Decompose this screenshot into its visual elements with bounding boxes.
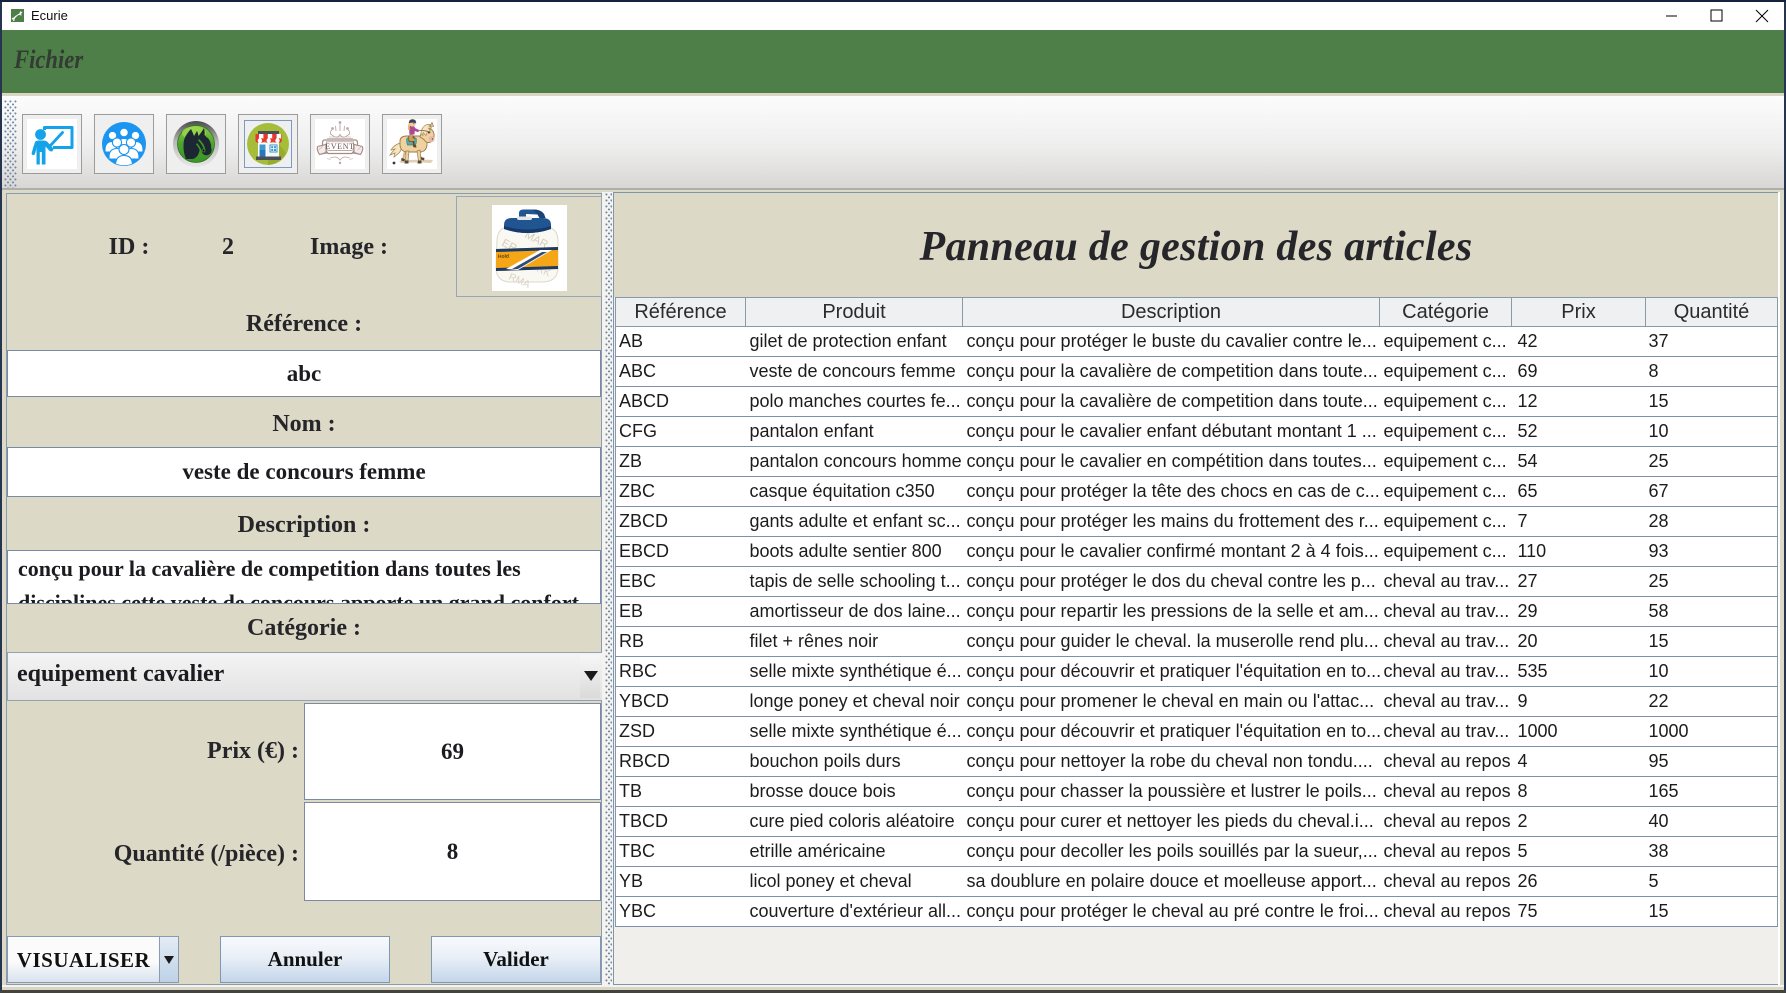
- svg-text:EVENT: EVENT: [325, 142, 354, 151]
- svg-text:Hold: Hold: [498, 254, 509, 260]
